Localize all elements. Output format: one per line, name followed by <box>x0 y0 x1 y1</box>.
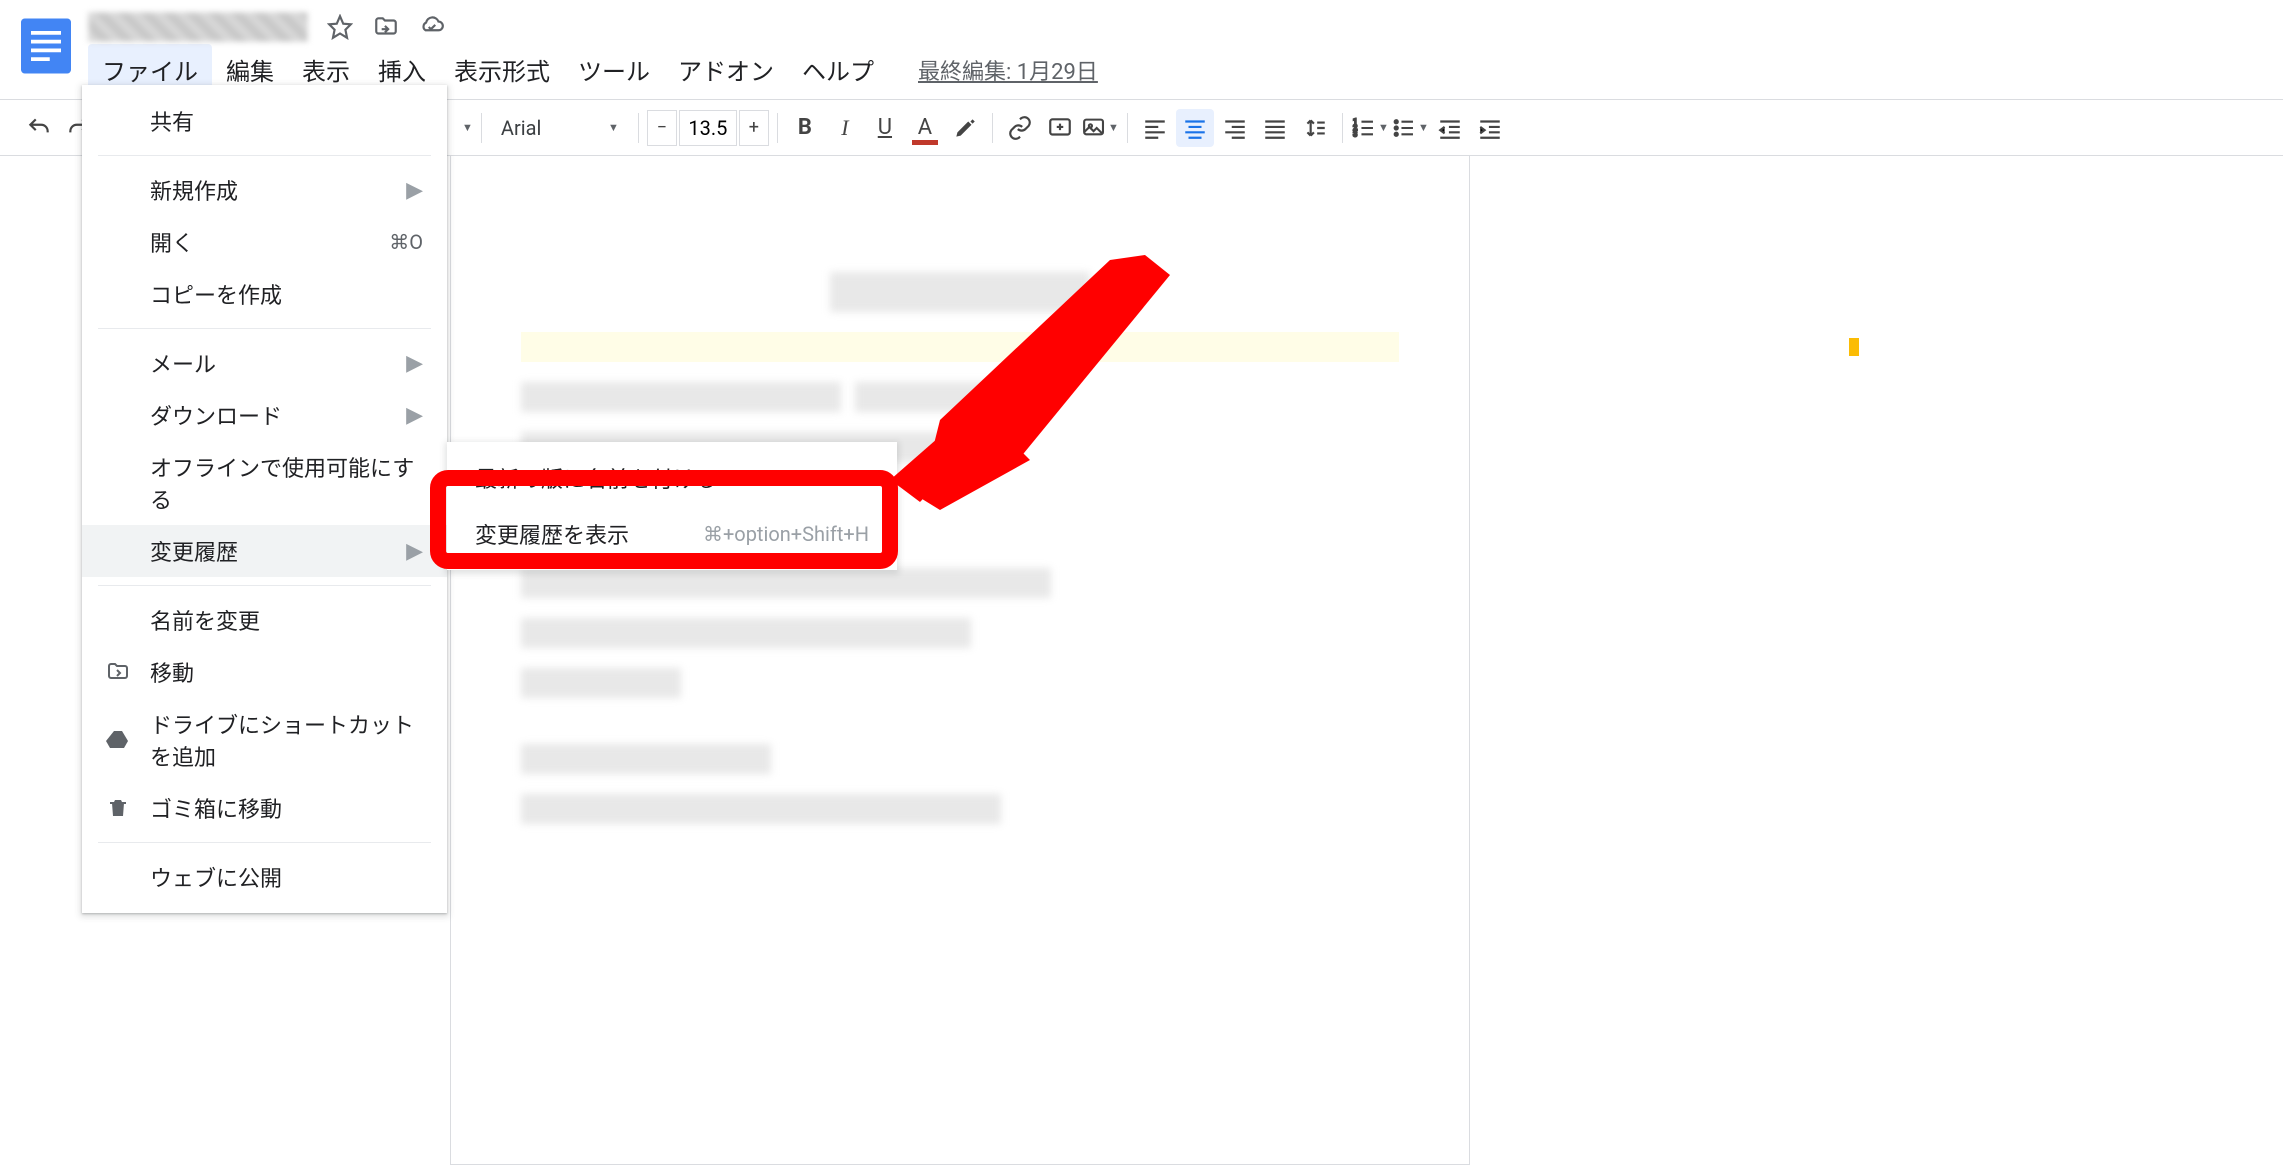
toolbar-separator <box>1127 113 1128 143</box>
submenu-show-history-shortcut: ⌘+option+Shift+H <box>703 522 869 546</box>
styles-dropdown-caret[interactable]: ▼ <box>462 121 473 134</box>
svg-text:3: 3 <box>1353 129 1357 138</box>
menu-share-label: 共有 <box>150 105 423 137</box>
line-spacing-button[interactable] <box>1296 109 1334 147</box>
toolbar-separator <box>777 113 778 143</box>
align-right-button[interactable] <box>1216 109 1254 147</box>
menu-format[interactable]: 表示形式 <box>440 44 564 95</box>
highlight-button[interactable] <box>946 109 984 147</box>
menu-help[interactable]: ヘルプ <box>788 44 888 95</box>
menu-download[interactable]: ダウンロード▶ <box>82 389 447 441</box>
menu-move[interactable]: 移動 <box>82 646 447 698</box>
menu-move-label: 移動 <box>150 656 423 688</box>
font-family-value: Arial <box>501 116 541 140</box>
highlighted-line <box>521 332 1399 362</box>
menu-add-shortcut[interactable]: ドライブにショートカットを追加 <box>82 698 447 782</box>
menu-new-label: 新規作成 <box>150 174 406 206</box>
underline-button[interactable]: U <box>866 109 904 147</box>
toolbar-separator <box>992 113 993 143</box>
menu-offline[interactable]: オフラインで使用可能にする <box>82 441 447 525</box>
font-size-decrease[interactable]: − <box>647 110 677 146</box>
docs-app-icon[interactable] <box>16 16 76 76</box>
menu-offline-label: オフラインで使用可能にする <box>150 451 423 515</box>
text-color-button[interactable]: A <box>906 109 944 147</box>
move-folder-icon[interactable] <box>372 13 400 41</box>
title-row <box>88 8 2275 44</box>
submenu-show-history[interactable]: 変更履歴を表示 ⌘+option+Shift+H <box>447 506 897 562</box>
menu-copy-label: コピーを作成 <box>150 278 423 310</box>
drive-icon <box>106 728 140 752</box>
menu-download-label: ダウンロード <box>150 399 406 431</box>
menu-shortcut-label: ドライブにショートカットを追加 <box>150 708 423 772</box>
menu-share[interactable]: 共有 <box>82 95 447 147</box>
bold-button[interactable]: B <box>786 109 824 147</box>
submenu-arrow-icon: ▶ <box>406 351 423 376</box>
trash-icon <box>106 796 140 820</box>
font-family-select[interactable]: Arial▼ <box>490 109 630 147</box>
last-edit-link[interactable]: 最終編集: 1月29日 <box>918 54 1098 86</box>
menu-open[interactable]: 開く⌘O <box>82 216 447 268</box>
document-title[interactable] <box>88 12 308 42</box>
menu-publish[interactable]: ウェブに公開 <box>82 851 447 903</box>
menu-rename[interactable]: 名前を変更 <box>82 594 447 646</box>
insert-link-button[interactable] <box>1001 109 1039 147</box>
submenu-arrow-icon: ▶ <box>406 178 423 203</box>
submenu-show-history-label: 変更履歴を表示 <box>475 518 629 550</box>
menu-separator <box>98 585 431 586</box>
menu-publish-label: ウェブに公開 <box>150 861 423 893</box>
menu-make-copy[interactable]: コピーを作成 <box>82 268 447 320</box>
align-left-button[interactable] <box>1136 109 1174 147</box>
menu-separator <box>98 842 431 843</box>
submenu-name-version-label: 最新の版に名前を付ける <box>475 462 717 494</box>
font-size-increase[interactable]: + <box>739 110 769 146</box>
italic-button[interactable]: I <box>826 109 864 147</box>
submenu-arrow-icon: ▶ <box>406 539 423 564</box>
folder-move-icon <box>106 660 140 684</box>
add-comment-button[interactable] <box>1041 109 1079 147</box>
document-page[interactable] <box>450 155 1470 1165</box>
font-size-input[interactable] <box>679 110 737 146</box>
menu-open-shortcut: ⌘O <box>389 230 423 254</box>
align-center-button[interactable] <box>1176 109 1214 147</box>
menu-rename-label: 名前を変更 <box>150 604 423 636</box>
undo-button[interactable] <box>20 109 58 147</box>
file-dropdown-menu: 共有 新規作成▶ 開く⌘O コピーを作成 メール▶ ダウンロード▶ オフラインで… <box>82 85 447 913</box>
submenu-arrow-icon: ▶ <box>406 403 423 428</box>
indent-increase-button[interactable] <box>1471 109 1509 147</box>
submenu-name-version[interactable]: 最新の版に名前を付ける <box>447 450 897 506</box>
menu-separator <box>98 328 431 329</box>
menu-mail[interactable]: メール▶ <box>82 337 447 389</box>
indent-decrease-button[interactable] <box>1431 109 1469 147</box>
cloud-status-icon[interactable] <box>418 13 446 41</box>
menu-open-label: 開く <box>150 226 389 258</box>
menu-version-history[interactable]: 変更履歴▶ <box>82 525 447 577</box>
toolbar-separator <box>638 113 639 143</box>
star-icon[interactable] <box>326 13 354 41</box>
menu-new[interactable]: 新規作成▶ <box>82 164 447 216</box>
bulleted-list-button[interactable]: ▼ <box>1391 109 1429 147</box>
menu-tools[interactable]: ツール <box>564 44 664 95</box>
toolbar-separator <box>481 113 482 143</box>
menu-mail-label: メール <box>150 347 406 379</box>
menu-separator <box>98 155 431 156</box>
menu-addons[interactable]: アドオン <box>664 44 788 95</box>
numbered-list-button[interactable]: 123▼ <box>1351 109 1389 147</box>
align-justify-button[interactable] <box>1256 109 1294 147</box>
menu-trash-label: ゴミ箱に移動 <box>150 792 423 824</box>
menu-history-label: 変更履歴 <box>150 535 406 567</box>
app-header: ファイル 編集 表示 挿入 表示形式 ツール アドオン ヘルプ 最終編集: 1月… <box>0 0 2283 95</box>
version-history-submenu: 最新の版に名前を付ける 変更履歴を表示 ⌘+option+Shift+H <box>447 442 897 570</box>
menu-trash[interactable]: ゴミ箱に移動 <box>82 782 447 834</box>
toolbar-separator <box>1342 113 1343 143</box>
title-area: ファイル 編集 表示 挿入 表示形式 ツール アドオン ヘルプ 最終編集: 1月… <box>88 8 2275 95</box>
insert-image-button[interactable]: ▼ <box>1081 109 1119 147</box>
